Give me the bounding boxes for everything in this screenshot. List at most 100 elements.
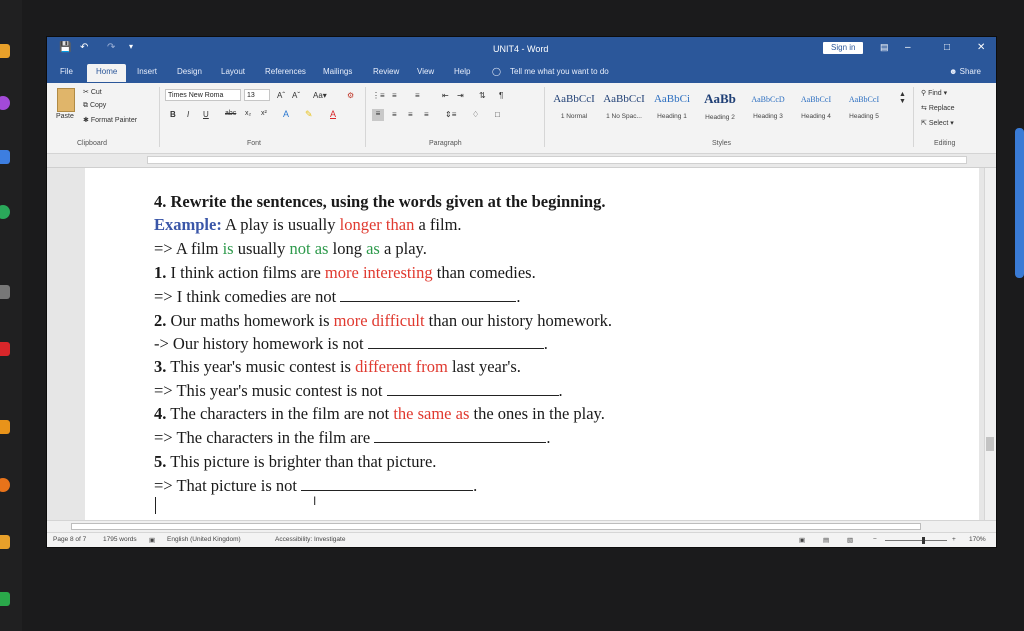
style-no-spacing[interactable]: AaBbCcI 1 No Spac... (599, 89, 649, 125)
tab-file[interactable]: File (60, 67, 73, 76)
save-icon[interactable]: 💾 (59, 42, 71, 53)
customize-toolbar-icon[interactable]: ▾ (129, 42, 133, 51)
style-heading-4[interactable]: AaBbCcI Heading 4 (791, 89, 841, 125)
zoom-slider[interactable] (885, 540, 947, 541)
word-count[interactable]: 1795 words (103, 536, 137, 543)
undo-icon[interactable]: ↶ (80, 42, 88, 53)
app-icon-10[interactable] (0, 592, 10, 606)
tab-references[interactable]: References (265, 67, 306, 76)
app-icon-8[interactable] (0, 478, 10, 492)
bold-icon[interactable]: B (170, 110, 176, 119)
align-left-icon[interactable]: ≡ (372, 109, 384, 121)
text-effects-icon[interactable]: A (283, 109, 289, 119)
align-right-icon[interactable]: ≡ (408, 110, 413, 119)
tell-me-search[interactable]: Tell me what you want to do (510, 67, 609, 76)
paste-button[interactable]: Paste (56, 113, 74, 120)
ribbon-display-icon[interactable]: ▤ (880, 42, 889, 53)
app-icon-7[interactable] (0, 420, 10, 434)
multilevel-list-icon[interactable]: ≡ (415, 91, 420, 100)
bullets-icon[interactable]: ⋮≡ (372, 91, 385, 100)
vertical-scroll-thumb[interactable] (986, 437, 994, 451)
style-heading-5[interactable]: AaBbCcI Heading 5 (839, 89, 889, 125)
replace-button[interactable]: ⇆ Replace (921, 104, 955, 112)
select-button[interactable]: ⇱ Select ▾ (921, 119, 954, 127)
style-heading-2[interactable]: AaBb Heading 2 (695, 89, 745, 125)
app-icon-5[interactable] (0, 285, 10, 299)
clear-format-icon[interactable]: ⚙ (347, 91, 354, 100)
print-layout-icon[interactable]: ▤ (823, 536, 829, 544)
answer-blank[interactable] (367, 334, 544, 349)
app-icon-3[interactable] (0, 150, 10, 164)
style-normal[interactable]: AaBbCcI 1 Normal (549, 89, 599, 125)
show-marks-icon[interactable]: ¶ (499, 91, 503, 100)
paste-icon[interactable] (57, 88, 75, 112)
change-case-icon[interactable]: Aa▾ (313, 91, 327, 100)
tab-layout[interactable]: Layout (221, 67, 245, 76)
format-painter-button[interactable]: ✱ Format Painter (83, 116, 137, 124)
horizontal-scroll-thumb[interactable] (71, 523, 921, 530)
app-icon-9[interactable] (0, 535, 10, 549)
tab-mailings[interactable]: Mailings (323, 67, 352, 76)
shrink-font-icon[interactable]: Aˇ (292, 91, 300, 100)
share-button[interactable]: ☻ Share (949, 67, 981, 76)
zoom-slider-thumb[interactable] (922, 537, 925, 544)
answer-blank[interactable] (386, 381, 559, 396)
app-icon-6[interactable] (0, 342, 10, 356)
highlight-icon[interactable]: ✎ (305, 109, 313, 120)
app-icon-4[interactable] (0, 205, 10, 219)
app-icon-2[interactable] (0, 96, 10, 110)
increase-indent-icon[interactable]: ⇥ (457, 91, 464, 100)
sign-in-button[interactable]: Sign in (823, 42, 864, 54)
app-icon-1[interactable] (0, 44, 10, 58)
read-mode-icon[interactable]: ▣ (799, 536, 805, 544)
find-button[interactable]: ⚲ Find ▾ (921, 89, 947, 97)
highlight-red: the same as (393, 404, 470, 423)
horizontal-ruler[interactable] (47, 154, 996, 168)
proofing-icon[interactable]: ▣ (149, 536, 155, 544)
tab-view[interactable]: View (417, 67, 434, 76)
cut-button[interactable]: ✂ Cut (83, 88, 102, 96)
sort-icon[interactable]: ⇅ (479, 91, 486, 100)
style-heading-3[interactable]: AaBbCcD Heading 3 (743, 89, 793, 125)
line-spacing-icon[interactable]: ⇕≡ (445, 110, 456, 119)
tab-help[interactable]: Help (454, 67, 470, 76)
maximize-button[interactable]: □ (944, 42, 950, 53)
decrease-indent-icon[interactable]: ⇤ (442, 91, 449, 100)
accessibility-status[interactable]: Accessibility: Investigate (275, 536, 345, 543)
tab-design[interactable]: Design (177, 67, 202, 76)
close-button[interactable]: ✕ (977, 42, 985, 53)
minimize-button[interactable]: – (905, 42, 911, 53)
answer-blank[interactable] (340, 287, 517, 302)
font-color-icon[interactable]: A (330, 109, 336, 119)
shading-icon[interactable]: ♢ (472, 110, 479, 119)
tab-insert[interactable]: Insert (137, 67, 157, 76)
font-name-combo[interactable]: Times New Roma (165, 89, 241, 101)
italic-icon[interactable]: I (187, 110, 189, 119)
zoom-level[interactable]: 170% (969, 536, 986, 543)
style-heading-1[interactable]: AaBbCi Heading 1 (647, 89, 697, 125)
answer-blank[interactable] (301, 476, 474, 491)
zoom-in-icon[interactable]: + (952, 536, 956, 543)
numbering-icon[interactable]: ≡ (392, 91, 397, 100)
tab-review[interactable]: Review (373, 67, 399, 76)
web-layout-icon[interactable]: ▧ (847, 536, 853, 544)
styles-scroll-icon[interactable]: ▲ ▼ (899, 91, 906, 105)
justify-icon[interactable]: ≡ (424, 110, 429, 119)
copy-button[interactable]: ⧉ Copy (83, 102, 106, 110)
redo-icon[interactable]: ↷ (107, 42, 115, 53)
zoom-out-icon[interactable]: − (873, 536, 877, 543)
subscript-icon[interactable]: x₂ (245, 110, 251, 117)
align-center-icon[interactable]: ≡ (392, 110, 397, 119)
vertical-scrollbar[interactable] (984, 168, 996, 520)
font-size-combo[interactable]: 13 (244, 89, 270, 101)
page-count[interactable]: Page 8 of 7 (53, 536, 86, 543)
strikethrough-icon[interactable]: abc (225, 110, 236, 117)
language-status[interactable]: English (United Kingdom) (167, 536, 241, 543)
answer-text: a play. (379, 239, 427, 258)
grow-font-icon[interactable]: Aˆ (277, 91, 285, 100)
borders-icon[interactable]: □ (495, 110, 500, 119)
tab-home[interactable]: Home (87, 64, 127, 82)
answer-blank[interactable] (374, 428, 547, 443)
underline-icon[interactable]: U (203, 110, 209, 119)
superscript-icon[interactable]: x² (261, 110, 267, 117)
